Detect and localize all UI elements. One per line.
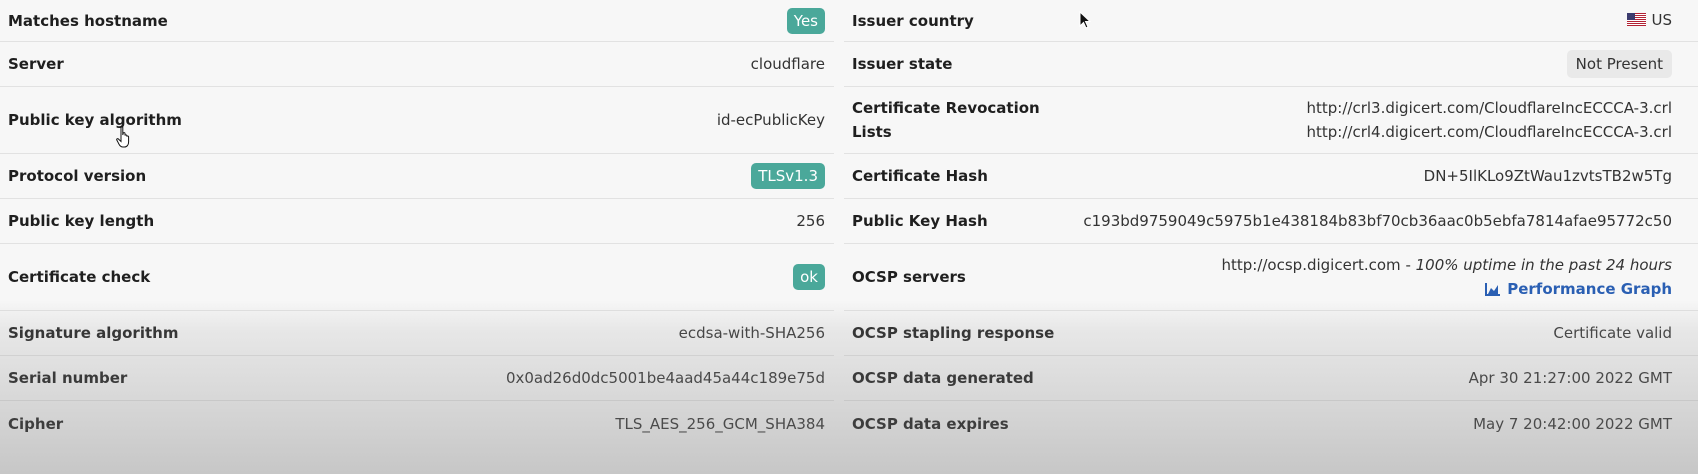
row-cipher: Cipher TLS_AES_256_GCM_SHA384 [0, 401, 834, 446]
performance-graph-label: Performance Graph [1507, 280, 1672, 298]
row-server: Server cloudflare [0, 42, 834, 87]
area-chart-icon [1485, 280, 1507, 298]
row-label: Certificate check [8, 268, 151, 286]
crl-url[interactable]: http://crl4.digicert.com/CloudflareIncEC… [1307, 123, 1672, 141]
row-value: 0x0ad26d0dc5001be4aad45a44c189e75d [505, 369, 825, 387]
row-matches-hostname: Matches hostname Yes [0, 0, 834, 42]
row-certificate-hash: Certificate Hash DN+5IlKLo9ZtWau1zvtsTB2… [844, 154, 1698, 199]
row-issuer-state: Issuer state Not Present [844, 42, 1698, 87]
ssl-details-right-column: Issuer country US Issuer state Not Prese… [844, 0, 1698, 446]
ssl-details-left-column: Matches hostname Yes Server cloudflare P… [0, 0, 834, 446]
row-certificate-check: Certificate check ok [0, 244, 834, 311]
row-value: c193bd9759049c5975b1e438184b83bf70cb36aa… [1083, 212, 1672, 230]
uptime-text: 100% uptime in the past 24 hours [1415, 256, 1672, 274]
row-ocsp-generated: OCSP data generated Apr 30 21:27:00 2022… [844, 356, 1698, 401]
row-label-line2: Lists [852, 123, 892, 141]
status-badge: ok [793, 264, 825, 290]
country-code: US [1651, 11, 1672, 30]
row-value: Apr 30 21:27:00 2022 GMT [1468, 369, 1672, 387]
hand-pointer-icon [116, 126, 132, 152]
row-label: Issuer state [852, 55, 953, 73]
row-protocol-version: Protocol version TLSv1.3 [0, 154, 834, 199]
row-label: Matches hostname [8, 11, 168, 30]
row-value: cloudflare [750, 55, 825, 73]
crl-list: http://crl3.digicert.com/CloudflareIncEC… [1307, 96, 1672, 144]
row-value: TLS_AES_256_GCM_SHA384 [615, 414, 825, 433]
separator: - [1400, 256, 1416, 274]
crl-url[interactable]: http://crl3.digicert.com/CloudflareIncEC… [1307, 99, 1672, 117]
row-ocsp-servers: OCSP servers http://ocsp.digicert.com - … [844, 244, 1698, 311]
row-label: Certificate Revocation Lists [852, 96, 1040, 144]
row-label: OCSP data generated [852, 369, 1034, 387]
row-value: 256 [796, 212, 825, 230]
row-label: OCSP servers [852, 268, 966, 286]
row-label: OCSP stapling response [852, 324, 1055, 342]
status-badge: Yes [786, 7, 825, 34]
protocol-badge: TLSv1.3 [751, 163, 825, 189]
row-label: Public key algorithm [8, 111, 182, 129]
row-label: Server [8, 55, 64, 73]
row-label: Public key length [8, 212, 155, 230]
ocsp-url: http://ocsp.digicert.com [1221, 256, 1401, 274]
row-public-key-length: Public key length 256 [0, 199, 834, 244]
row-label: OCSP data expires [852, 414, 1009, 433]
row-crl: Certificate Revocation Lists http://crl3… [844, 87, 1698, 154]
row-label: Serial number [8, 369, 128, 387]
row-value: id-ecPublicKey [716, 111, 825, 129]
row-value: ecdsa-with-SHA256 [678, 324, 825, 342]
performance-graph-link[interactable]: Performance Graph [1485, 280, 1672, 298]
row-value: DN+5IlKLo9ZtWau1zvtsTB2w5Tg [1423, 167, 1672, 185]
row-label: Cipher [8, 414, 64, 433]
row-issuer-country: Issuer country US [844, 0, 1698, 42]
row-serial-number: Serial number 0x0ad26d0dc5001be4aad45a44… [0, 356, 834, 401]
row-signature-algorithm: Signature algorithm ecdsa-with-SHA256 [0, 311, 834, 356]
row-label: Issuer country [852, 11, 974, 30]
not-present-badge: Not Present [1566, 50, 1672, 78]
row-ocsp-stapling: OCSP stapling response Certificate valid [844, 311, 1698, 356]
row-value: Certificate valid [1553, 324, 1672, 342]
row-label: Certificate Hash [852, 167, 988, 185]
row-public-key-hash: Public Key Hash c193bd9759049c5975b1e438… [844, 199, 1698, 244]
mouse-pointer-icon [1079, 10, 1092, 33]
row-label: Public Key Hash [852, 212, 988, 230]
row-ocsp-expires: OCSP data expires May 7 20:42:00 2022 GM… [844, 401, 1698, 446]
row-value: US [1627, 8, 1672, 33]
us-flag-icon [1627, 9, 1647, 33]
row-value: May 7 20:42:00 2022 GMT [1473, 414, 1672, 433]
row-label-line1: Certificate Revocation [852, 99, 1040, 117]
ocsp-server-info: http://ocsp.digicert.com - 100% uptime i… [1221, 253, 1672, 301]
row-label: Protocol version [8, 167, 147, 185]
row-label: Signature algorithm [8, 324, 179, 342]
